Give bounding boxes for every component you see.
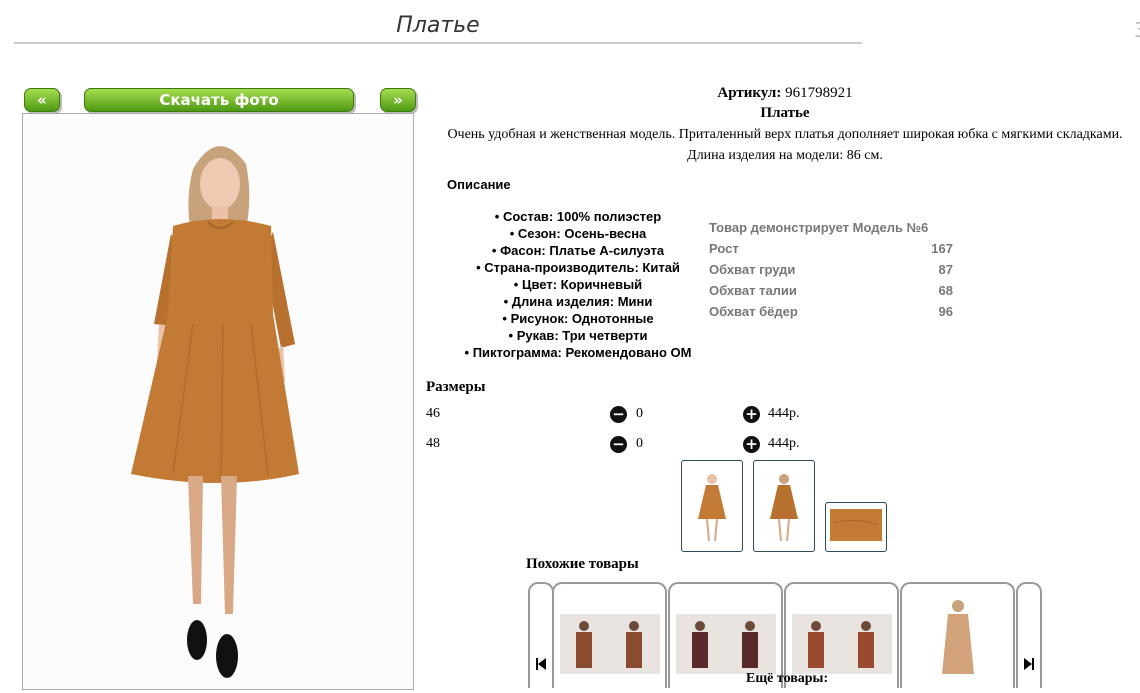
property-item: • Страна-производитель: Китай <box>476 260 680 275</box>
scroll-edge-mark: 3 <box>1134 18 1140 42</box>
property-item: • Пиктограмма: Рекомендовано ОМ <box>464 345 692 360</box>
prev-photo-button[interactable]: « <box>24 88 60 112</box>
price-value: 444р. <box>768 436 800 451</box>
main-product-photo[interactable] <box>22 113 414 690</box>
model-row: Обхват талии 68 <box>709 283 953 298</box>
product-name: Платье <box>760 105 810 121</box>
dress-model-image <box>131 146 299 678</box>
property-item: • Состав: 100% полиэстер <box>494 209 662 224</box>
more-products-heading: Ещё товары: <box>746 671 829 686</box>
thumbnail-image <box>698 474 726 542</box>
thumbnail-image <box>770 474 798 542</box>
size-value: 46 <box>426 406 440 421</box>
similar-products-heading: Похожие товары <box>526 556 639 572</box>
sizes-heading: Размеры <box>426 379 486 395</box>
model-row: Обхват груди 87 <box>709 262 953 277</box>
skip-first-icon <box>536 658 546 670</box>
property-item: • Рукав: Три четверти <box>508 328 648 343</box>
properties-list: • Состав: 100% полиэстер • Сезон: Осень-… <box>440 208 716 361</box>
similar-product-image <box>560 614 660 674</box>
description-heading: Описание <box>447 177 511 192</box>
size-row: 46 − 0 + 444р. <box>426 404 826 426</box>
property-item: • Цвет: Коричневый <box>513 277 643 292</box>
model-row: Обхват бёдер 96 <box>709 304 953 319</box>
plus-circle-icon[interactable]: + <box>743 406 760 423</box>
similar-product-card[interactable] <box>552 582 667 688</box>
price-value: 444р. <box>768 406 800 421</box>
property-item: • Сезон: Осень-весна <box>509 226 647 241</box>
page-title: Платье <box>14 10 862 44</box>
quantity-value: 0 <box>636 436 643 451</box>
property-item: • Фасон: Платье А-силуэта <box>491 243 665 258</box>
article-value: 961798921 <box>785 85 853 101</box>
product-description: Очень удобная и женственная модель. Прит… <box>447 127 1123 163</box>
download-photo-button[interactable]: Скачать фото <box>84 88 354 112</box>
next-photo-button[interactable]: » <box>380 88 416 112</box>
article-label: Артикул: <box>717 85 782 101</box>
minus-circle-icon[interactable]: − <box>610 436 627 453</box>
carousel-next-button[interactable] <box>1016 582 1042 688</box>
similar-product-image <box>942 600 974 674</box>
size-row: 48 − 0 + 444р. <box>426 434 826 456</box>
minus-circle-icon[interactable]: − <box>610 406 627 423</box>
model-measurements: Товар демонстрирует Модель №6 Рост 167 Об… <box>709 217 953 322</box>
photo-thumbnail[interactable] <box>825 502 887 552</box>
quantity-value: 0 <box>636 406 643 421</box>
model-heading: Товар демонстрирует Модель №6 <box>709 220 929 235</box>
property-item: • Рисунок: Однотонные <box>502 311 654 326</box>
similar-product-card[interactable] <box>900 582 1015 688</box>
photo-thumbnail[interactable] <box>753 460 815 552</box>
skip-last-icon <box>1024 658 1034 670</box>
model-row: Рост 167 <box>709 241 953 256</box>
size-value: 48 <box>426 436 440 451</box>
property-item: • Длина изделия: Мини <box>503 294 653 309</box>
fabric-swatch-image <box>830 509 882 541</box>
article-line: Артикул: 961798921 <box>430 85 1140 102</box>
plus-circle-icon[interactable]: + <box>743 436 760 453</box>
photo-thumbnail[interactable] <box>681 460 743 552</box>
carousel-prev-button[interactable] <box>528 582 554 688</box>
